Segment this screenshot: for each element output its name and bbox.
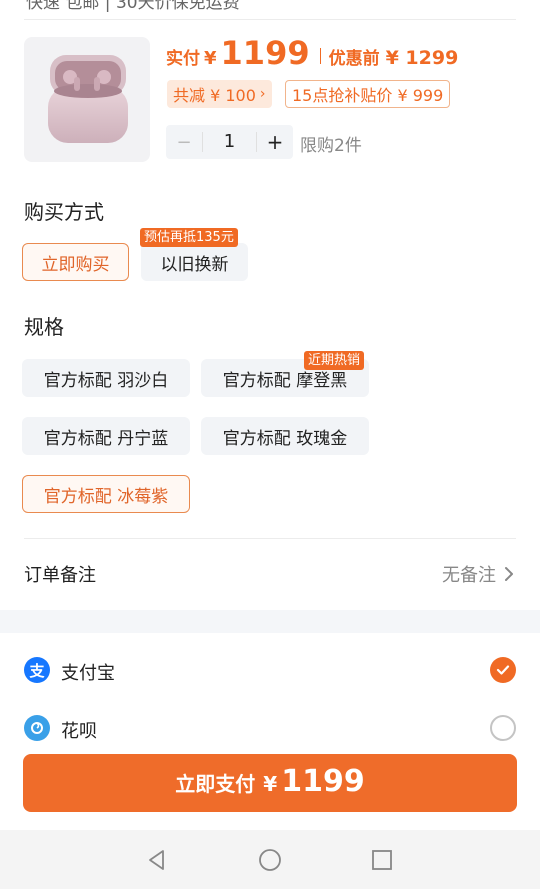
trade-in-badge: 预估再抵135元: [140, 228, 238, 247]
pay-button-currency: ¥: [263, 772, 278, 796]
increase-button[interactable]: +: [257, 130, 293, 154]
spec-option-rose-gold[interactable]: 官方标配 玫瑰金: [201, 417, 369, 455]
original-price: ¥ 1299: [385, 47, 459, 69]
price-label: 实付: [166, 49, 200, 69]
spec-option-purple[interactable]: 官方标配 冰莓紫: [22, 475, 190, 513]
home-icon[interactable]: [258, 848, 282, 872]
order-remark-value: 无备注: [442, 565, 496, 586]
payment-label: 支付宝: [61, 663, 115, 684]
system-navigation-bar: [0, 830, 540, 889]
subsidy-tag: 15点抢补贴价 ¥ 999: [285, 80, 451, 108]
payment-option-alipay[interactable]: 支 支付宝: [0, 650, 540, 690]
spec-option-white[interactable]: 官方标配 羽沙白: [22, 359, 190, 397]
final-price: 1199: [220, 34, 310, 72]
subsidy-tag-label: 15点抢补贴价 ¥ 999: [292, 86, 444, 105]
pay-button-label: 立即支付: [175, 772, 256, 796]
alipay-icon: 支: [24, 657, 50, 683]
radio-checked[interactable]: [490, 657, 516, 683]
section-separator: [0, 610, 540, 633]
top-partial-text: 快速 包邮 | 30天价保免运费: [26, 0, 240, 13]
price-row: 实付 ¥ 1199 优惠前 ¥ 1299: [166, 34, 458, 74]
order-remark-button[interactable]: 无备注: [442, 561, 514, 587]
back-icon[interactable]: [145, 848, 169, 872]
quantity-stepper: − 1 +: [166, 125, 293, 159]
purchase-method-title: 购买方式: [24, 200, 104, 224]
decrease-button[interactable]: −: [166, 132, 202, 153]
spec-title: 规格: [24, 315, 64, 339]
chevron-right-icon: ›: [259, 86, 266, 102]
quantity-value[interactable]: 1: [202, 132, 257, 152]
option-label: 官方标配 羽沙白: [43, 370, 169, 391]
pay-button-amount: 1199: [281, 764, 365, 799]
huabei-icon: [24, 715, 50, 741]
check-icon: [496, 665, 510, 675]
product-image: [24, 37, 150, 162]
top-info-strip: 快速 包邮 | 30天价保免运费: [0, 0, 540, 20]
original-price-label: 优惠前: [328, 49, 380, 69]
option-label: 官方标配 丹宁蓝: [43, 428, 169, 449]
recents-icon[interactable]: [370, 848, 394, 872]
spec-option-blue[interactable]: 官方标配 丹宁蓝: [22, 417, 190, 455]
purchase-limit: 限购2件: [300, 136, 362, 156]
order-remark-label: 订单备注: [24, 565, 96, 586]
pay-now-button[interactable]: 立即支付 ¥ 1199: [23, 754, 517, 812]
saving-tag[interactable]: 共减 ¥ 100 ›: [167, 80, 272, 108]
option-label: 官方标配 冰莓紫: [43, 486, 169, 507]
hot-sale-badge: 近期热销: [304, 351, 365, 370]
radio-unchecked[interactable]: [490, 715, 516, 741]
divider: [24, 19, 516, 20]
divider: [24, 538, 516, 539]
chevron-right-icon: [505, 567, 513, 581]
option-label: 官方标配 玫瑰金: [222, 428, 348, 449]
payment-option-huabei[interactable]: 花呗: [0, 708, 540, 748]
payment-label: 花呗: [61, 721, 97, 742]
price-divider: [319, 48, 321, 64]
saving-tag-label: 共减 ¥ 100: [173, 86, 256, 105]
option-label: 以旧换新: [160, 254, 229, 275]
option-trade-in[interactable]: 以旧换新: [141, 243, 248, 281]
option-label: 立即购买: [41, 254, 110, 275]
option-buy-now[interactable]: 立即购买: [22, 243, 129, 281]
price-currency: ¥: [204, 48, 217, 69]
